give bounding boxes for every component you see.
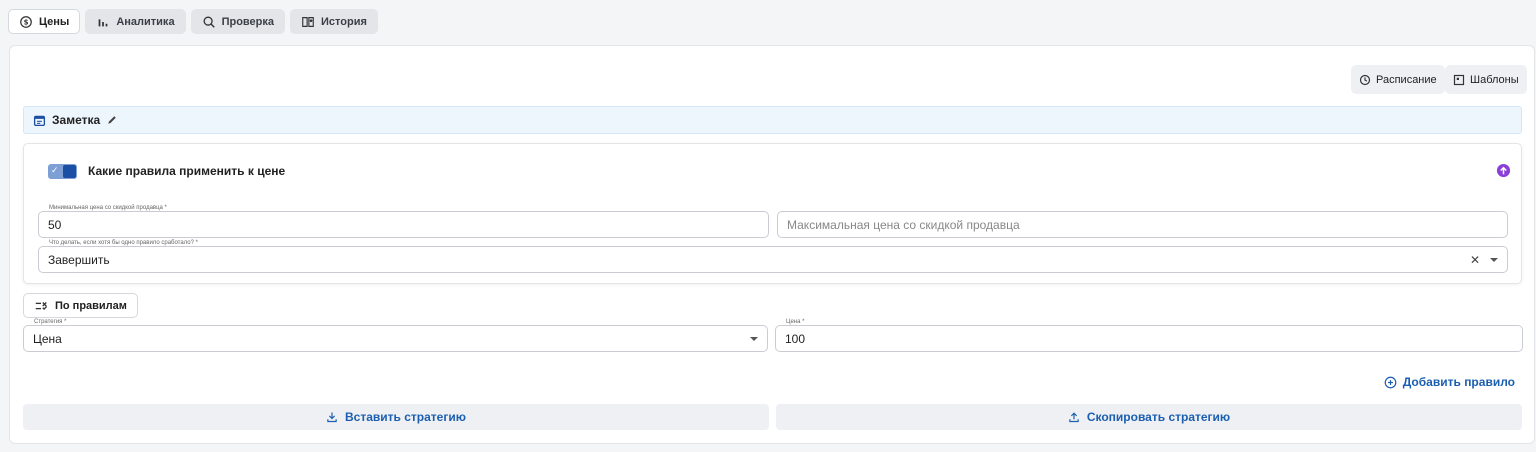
max-price-field[interactable]: Максимальная цена со скидкой продавца <box>777 211 1508 238</box>
download-icon <box>327 412 337 423</box>
price-cycle-icon: $ <box>20 15 32 28</box>
price-value: 100 <box>785 331 806 346</box>
note-bar[interactable]: Заметка <box>23 106 1522 134</box>
tab-check[interactable]: Проверка <box>190 9 285 34</box>
rules-title: Какие правила применить к цене <box>88 164 286 178</box>
price-field[interactable]: Цена * 100 <box>775 319 1523 352</box>
rule-action-value: Завершить <box>48 252 110 267</box>
calendar-note-icon <box>33 115 46 126</box>
strategy-label: Стратегия * <box>32 319 69 325</box>
check-icon: ✓ <box>51 165 59 175</box>
tab-history-label: История <box>320 15 367 28</box>
tab-bar: $ Цены Аналитика Проверка История <box>8 9 378 34</box>
arrow-up-circle-icon[interactable] <box>1496 163 1511 178</box>
pencil-icon[interactable] <box>106 114 118 126</box>
copy-strategy-label: Скопировать стратегию <box>1086 410 1231 424</box>
upload-icon <box>1069 412 1079 423</box>
max-price-placeholder: Максимальная цена со скидкой продавца <box>787 217 1020 232</box>
schedule-button[interactable]: Расписание <box>1351 65 1445 94</box>
strategy-value: Цена <box>33 331 62 346</box>
search-icon <box>203 16 215 28</box>
insert-strategy-button[interactable]: Вставить стратегию <box>23 404 769 430</box>
by-rules-button[interactable]: По правилам <box>23 293 138 318</box>
add-rule-label: Добавить правило <box>1402 375 1515 389</box>
template-icon <box>1453 74 1465 85</box>
tab-analytics[interactable]: Аналитика <box>85 9 186 34</box>
schedule-label: Расписание <box>1376 73 1437 86</box>
chevron-down-icon[interactable] <box>1490 257 1498 262</box>
history-book-icon <box>302 16 314 27</box>
note-label: Заметка <box>52 113 101 127</box>
strategy-panel: Расписание Шаблоны Заметка ✓ Какие прави… <box>9 45 1535 444</box>
add-rule-button[interactable]: Добавить правило <box>1384 375 1515 389</box>
templates-label: Шаблоны <box>1470 73 1519 86</box>
strategy-select[interactable]: Стратегия * Цена <box>23 319 768 352</box>
rule-action-select[interactable]: Что делать, если хотя бы одно правило ср… <box>38 240 1508 273</box>
tab-check-label: Проверка <box>221 15 274 28</box>
tab-prices-label: Цены <box>39 15 70 28</box>
toggle-knob <box>63 165 76 178</box>
min-price-value: 50 <box>48 217 62 232</box>
min-price-label: Минимальная цена со скидкой продавца * <box>47 205 169 211</box>
by-rules-label: По правилам <box>55 299 127 312</box>
tab-analytics-label: Аналитика <box>116 15 175 28</box>
tab-history[interactable]: История <box>289 9 378 34</box>
templates-button[interactable]: Шаблоны <box>1445 65 1527 94</box>
clear-icon[interactable]: ✕ <box>1470 253 1480 267</box>
chevron-down-icon[interactable] <box>750 336 758 341</box>
price-label: Цена * <box>784 319 807 325</box>
rule-action-label: Что делать, если хотя бы одно правило ср… <box>47 240 200 246</box>
insert-strategy-label: Вставить стратегию <box>345 410 466 424</box>
copy-strategy-button[interactable]: Скопировать стратегию <box>776 404 1522 430</box>
rules-toggle[interactable]: ✓ <box>48 164 77 179</box>
bar-chart-icon <box>98 18 108 26</box>
min-price-field[interactable]: Минимальная цена со скидкой продавца * 5… <box>38 205 769 238</box>
svg-text:$: $ <box>24 18 29 26</box>
rules-card: ✓ Какие правила применить к цене Минимал… <box>23 143 1522 284</box>
rule-list-icon <box>35 301 48 310</box>
clock-icon <box>1359 74 1371 85</box>
tab-prices[interactable]: $ Цены <box>8 9 81 34</box>
plus-circle-icon <box>1384 376 1397 388</box>
